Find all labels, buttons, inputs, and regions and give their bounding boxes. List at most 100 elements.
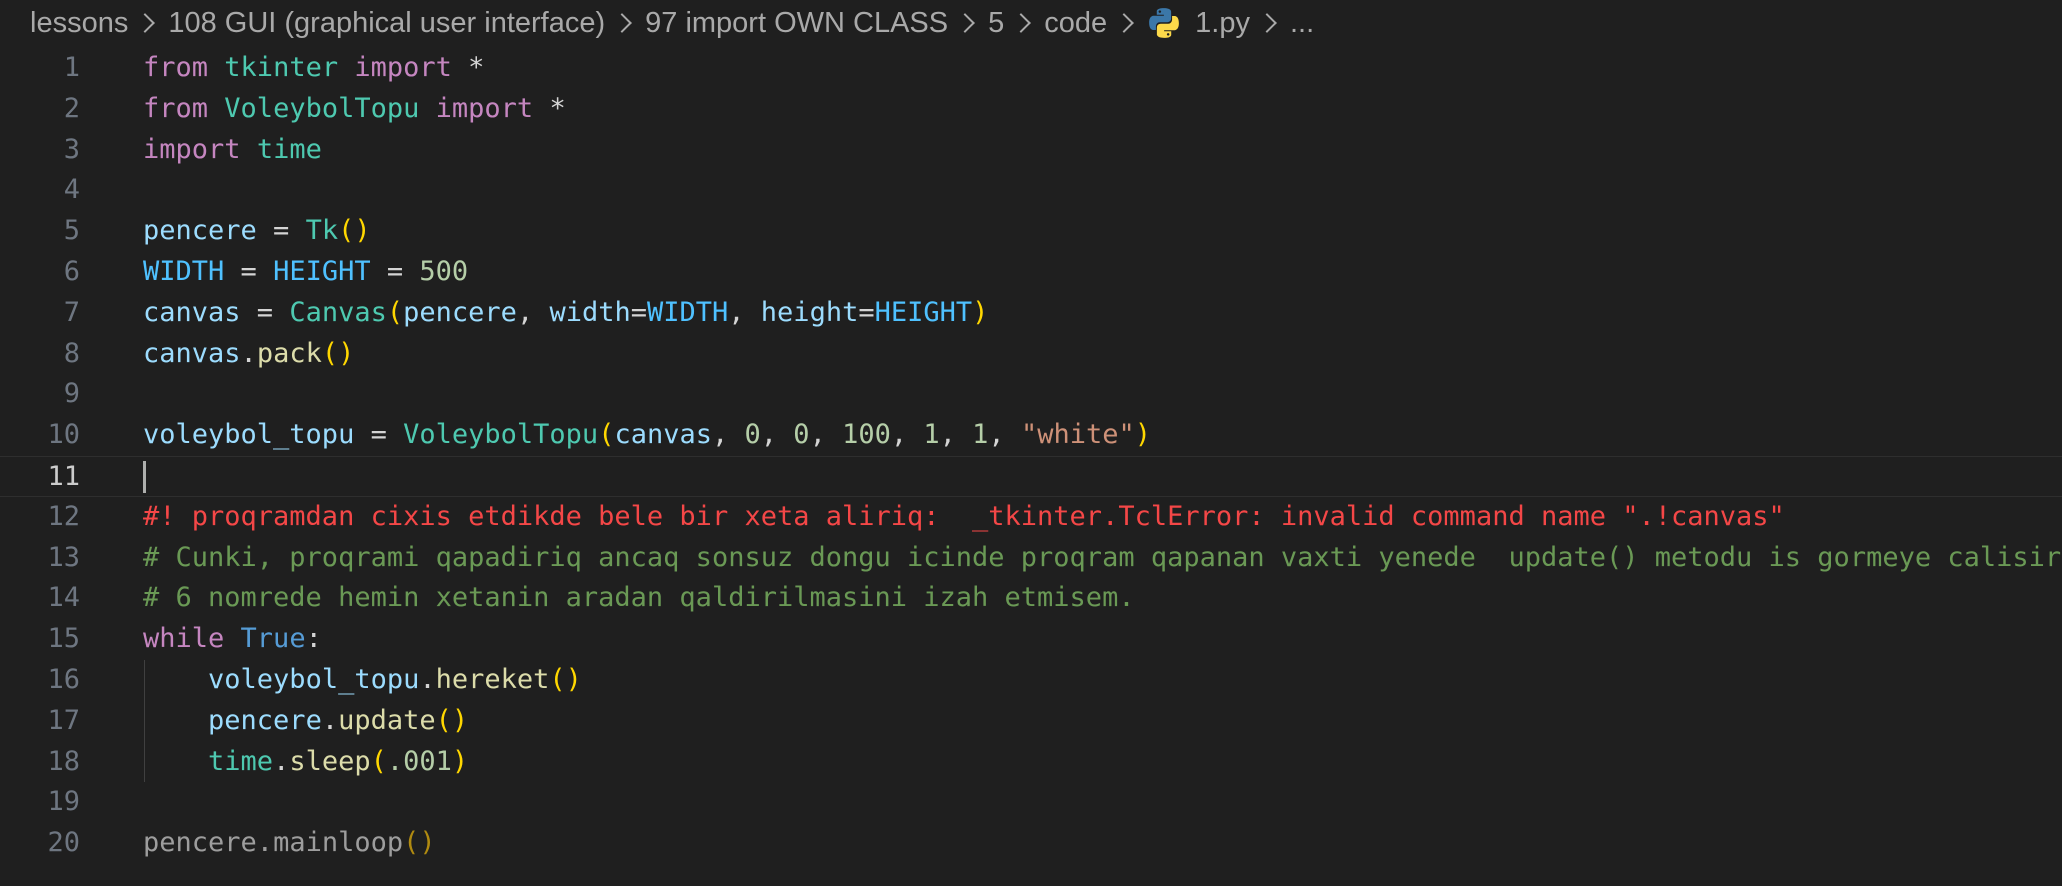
code-line[interactable]: 5 pencere = Tk()	[0, 211, 2062, 252]
code-token: width	[549, 296, 631, 328]
code-token: ,	[712, 419, 745, 451]
code-line[interactable]: 13 # Cunki, proqrami qapadiriq ancaq sons…	[0, 538, 2062, 579]
code-token: .	[321, 704, 339, 736]
line-number: 4	[63, 174, 80, 206]
code-text: time.sleep(.001)	[143, 742, 468, 783]
code-line[interactable]: 15 while True:	[0, 619, 2062, 660]
code-token: =	[224, 255, 274, 287]
code-token: "white"	[1020, 419, 1135, 451]
code-line[interactable]: 12 #! proqramdan cixis etdikde bele bir x…	[0, 497, 2062, 538]
code-line[interactable]: 9	[0, 374, 2062, 415]
code-token: 0	[744, 419, 761, 451]
line-number: 7	[63, 296, 80, 328]
code-token: )	[972, 296, 989, 328]
code-token: WIDTH	[647, 296, 729, 328]
breadcrumb-item-file[interactable]: 1.py	[1147, 6, 1250, 40]
line-number: 5	[63, 215, 80, 247]
code-token: HEIGHT	[273, 255, 371, 287]
breadcrumb-label: 97 import OWN CLASS	[645, 6, 949, 39]
code-editor[interactable]: 1 from tkinter import * 2 from VoleybolTopu…	[0, 48, 2062, 864]
code-token: Canvas	[289, 296, 387, 328]
code-token: 500	[419, 255, 469, 287]
line-number: 6	[63, 255, 80, 287]
code-line[interactable]: 19	[0, 782, 2062, 823]
line-number: 14	[47, 582, 80, 614]
breadcrumb-item-lessons[interactable]: lessons	[30, 7, 128, 40]
code-token: import	[435, 92, 534, 124]
code-token: # 6 nomrede hemin xetanin aradan qaldiri…	[143, 582, 1135, 614]
code-token: ,	[728, 296, 761, 328]
code-token: VoleybolTopu	[403, 419, 599, 451]
python-icon	[1149, 8, 1180, 38]
code-token: ,	[516, 296, 550, 328]
code-token: canvas	[143, 296, 241, 328]
code-token: update	[338, 704, 436, 736]
code-line[interactable]: 6 WIDTH = HEIGHT = 500	[0, 252, 2062, 293]
code-line[interactable]: 8 canvas.pack()	[0, 334, 2062, 375]
code-token: *	[451, 52, 485, 83]
code-text: # 6 nomrede hemin xetanin aradan qaldiri…	[143, 578, 1135, 619]
code-token: ,	[809, 419, 843, 451]
code-token: from	[143, 52, 209, 83]
code-token: ()	[321, 337, 355, 369]
code-text: from tkinter import *	[143, 48, 484, 89]
code-token: =	[370, 255, 420, 287]
line-number: 17	[47, 704, 80, 736]
code-token: import	[143, 133, 241, 165]
code-token: canvas	[143, 337, 241, 369]
code-line[interactable]: 16 voleybol_topu.hereket()	[0, 659, 2062, 701]
code-token: True	[240, 623, 306, 655]
code-text: while True:	[143, 619, 322, 660]
breadcrumb-item-import-folder[interactable]: 97 import OWN CLASS	[645, 7, 948, 40]
line-number: 19	[47, 786, 80, 818]
code-token: 0	[793, 419, 810, 451]
line-number: 18	[47, 745, 80, 777]
breadcrumb-label: 108 GUI (graphical user interface)	[168, 6, 606, 39]
line-number: 11	[47, 460, 80, 492]
code-token: *	[533, 92, 566, 124]
line-number: 16	[47, 663, 80, 695]
code-line[interactable]: 17 pencere.update()	[0, 700, 2062, 742]
code-token: time	[208, 745, 274, 777]
code-token: VoleybolTopu	[224, 92, 420, 124]
chevron-right-icon	[135, 13, 156, 33]
line-number: 10	[47, 419, 80, 451]
code-line[interactable]: 20 pencere.mainloop()	[0, 823, 2062, 864]
code-token: while	[143, 623, 225, 655]
chevron-right-icon	[1011, 13, 1032, 33]
code-token: HEIGHT	[874, 296, 973, 328]
line-number: 13	[47, 541, 80, 573]
code-text: WIDTH = HEIGHT = 500	[143, 252, 468, 293]
breadcrumb-label: 1.py	[1195, 6, 1250, 39]
breadcrumb-label: ...	[1289, 6, 1315, 39]
breadcrumb-item-more[interactable]: ...	[1290, 7, 1314, 40]
code-token: .001	[386, 745, 452, 777]
code-line[interactable]: 7 canvas = Canvas(pencere, width=WIDTH, h…	[0, 293, 2062, 334]
code-line[interactable]: 10 voleybol_topu = VoleybolTopu(canvas, 0…	[0, 415, 2062, 456]
breadcrumb-item-5[interactable]: 5	[988, 7, 1004, 40]
code-token: ()	[435, 704, 469, 736]
breadcrumb-item-code[interactable]: code	[1044, 7, 1107, 40]
code-token: )	[1134, 419, 1151, 451]
code-line[interactable]: 11	[0, 455, 2062, 497]
breadcrumb-item-gui-folder[interactable]: 108 GUI (graphical user interface)	[168, 7, 605, 40]
text-cursor	[143, 460, 146, 493]
code-token: sleep	[289, 745, 371, 777]
code-token: .	[419, 663, 436, 695]
code-line[interactable]: 18 time.sleep(.001)	[0, 741, 2062, 783]
line-number: 2	[63, 92, 80, 124]
code-line[interactable]: 14 # 6 nomrede hemin xetanin aradan qaldi…	[0, 578, 2062, 619]
code-token: import	[354, 52, 452, 83]
code-line[interactable]: 4	[0, 170, 2062, 211]
code-line[interactable]: 2 from VoleybolTopu import *	[0, 89, 2062, 130]
chevron-right-icon	[955, 13, 976, 33]
breadcrumb: lessons 108 GUI (graphical user interfac…	[30, 0, 1314, 46]
code-token: (	[598, 419, 615, 451]
code-token: =	[256, 215, 306, 247]
code-line[interactable]: 3 import time	[0, 130, 2062, 171]
code-token: ,	[890, 419, 924, 451]
code-line[interactable]: 1 from tkinter import *	[0, 48, 2062, 89]
